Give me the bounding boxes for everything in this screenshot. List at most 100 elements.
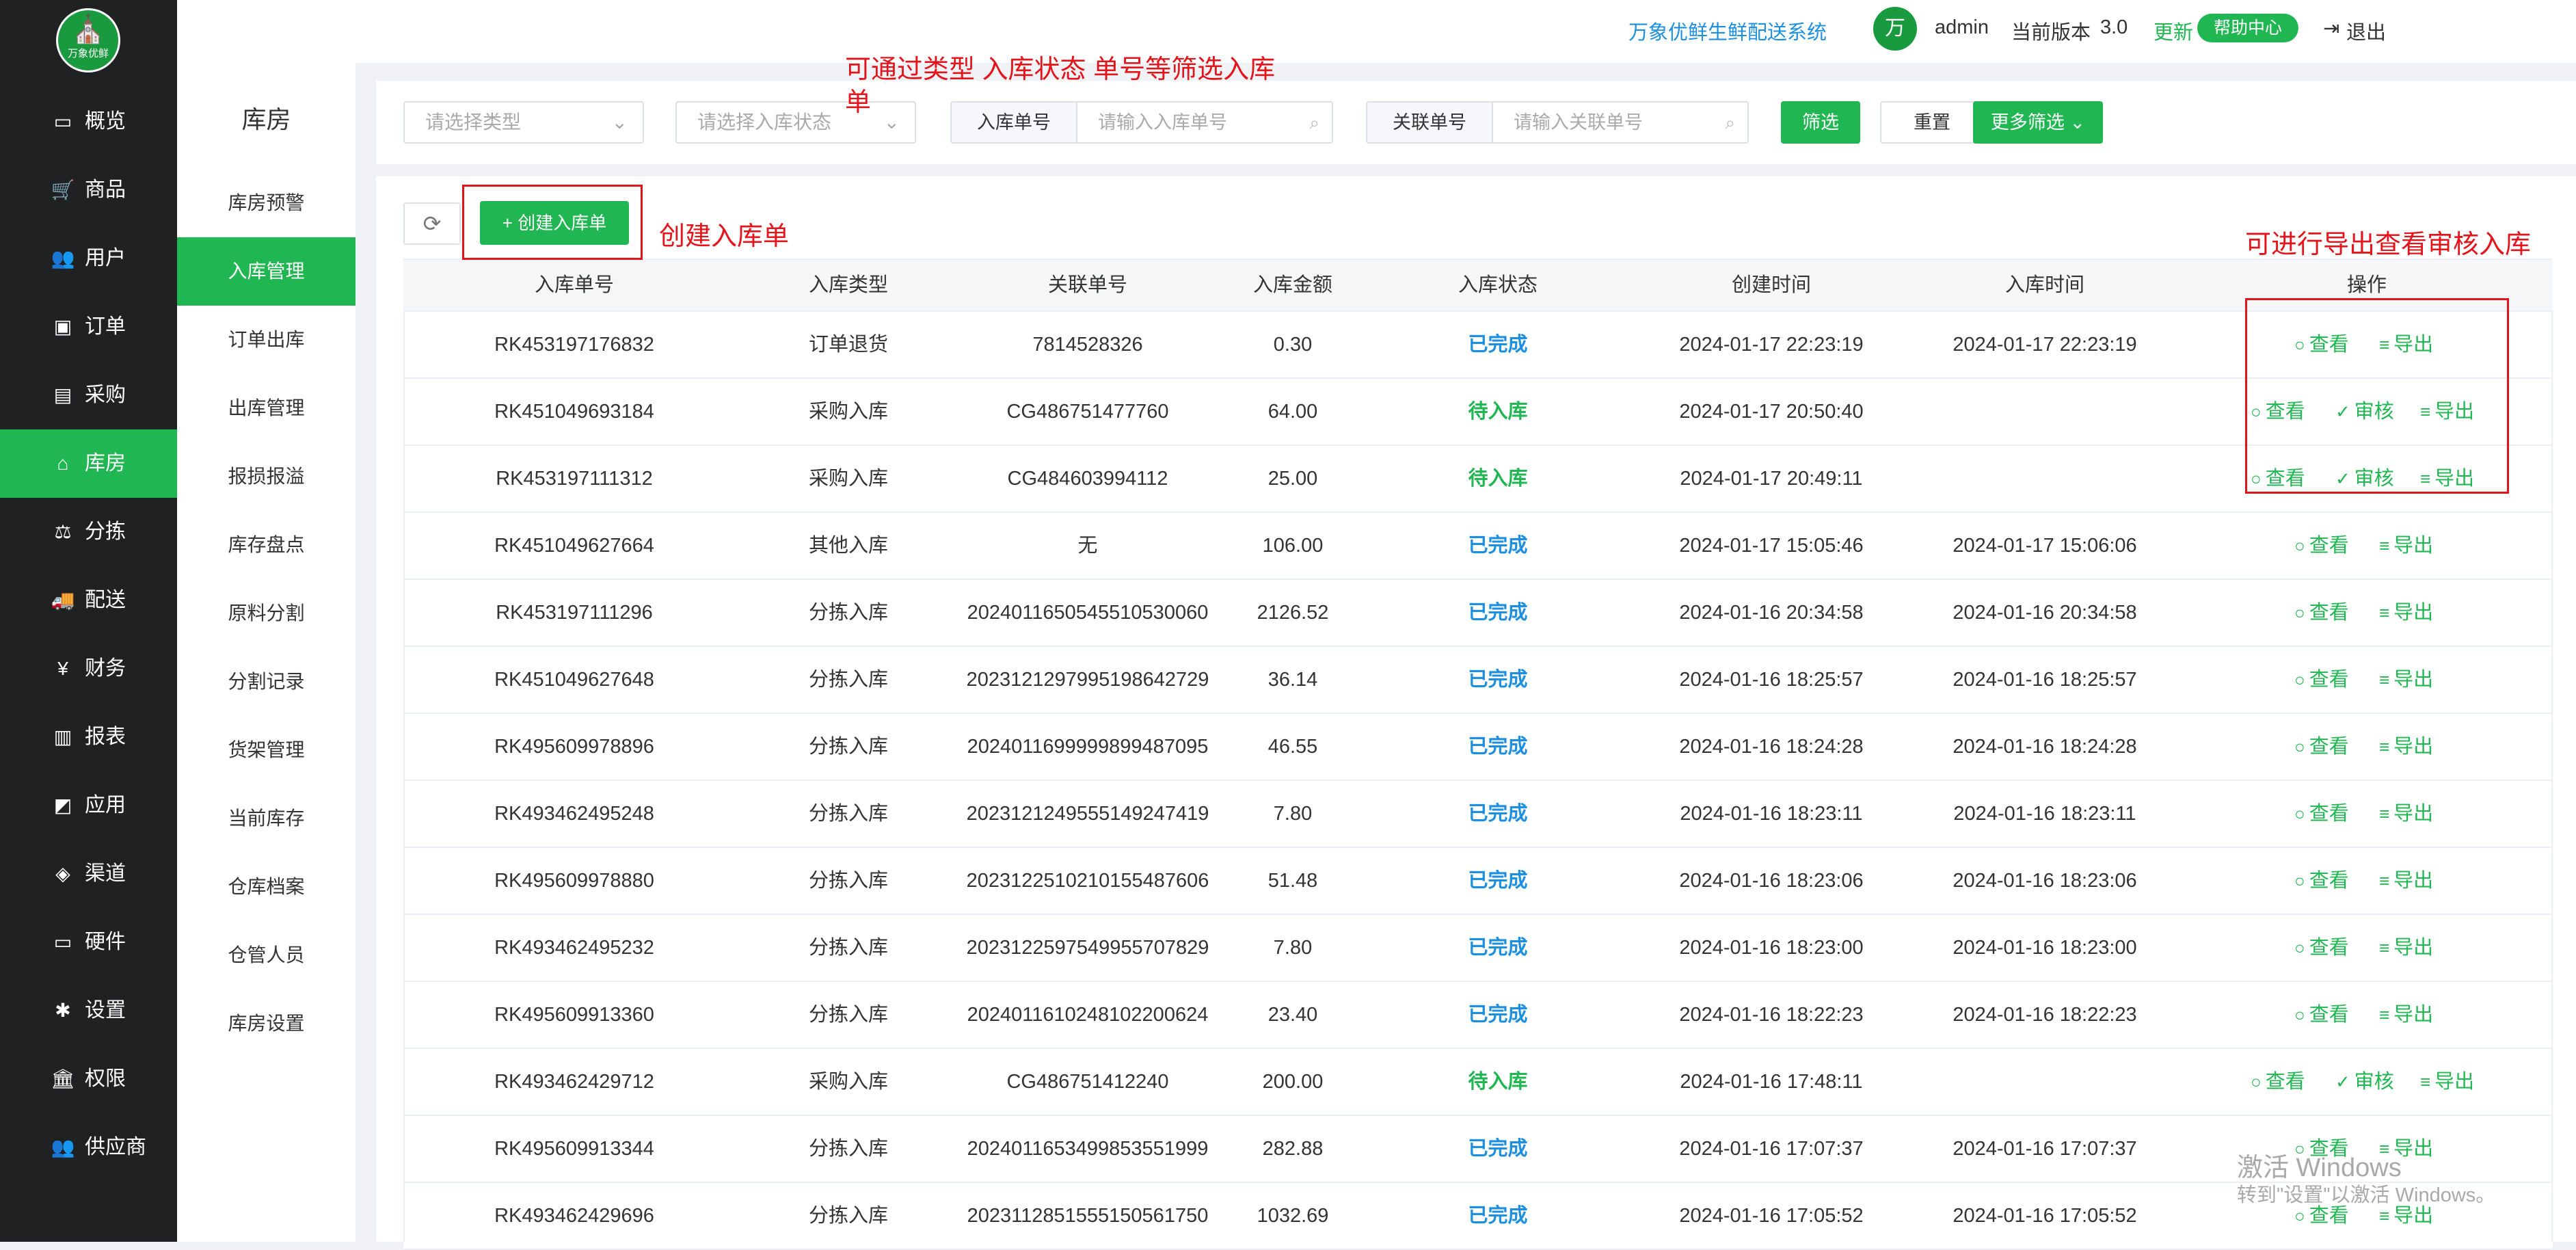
sub-nav-item-2[interactable]: 订单出库 [177,306,355,374]
sub-nav-item-11[interactable]: 仓管人员 [177,921,355,989]
cell-id: RK495609978896 [494,736,654,758]
cell-amount: 51.48 [1267,870,1318,892]
nav-item-1[interactable]: 🛒 商品 [0,156,177,224]
nav-label: 权限 [85,1067,126,1090]
export-action[interactable]: ≡ 导出 [2420,1049,2474,1115]
export-action[interactable]: ≡ 导出 [2379,714,2433,780]
update-link[interactable]: 更新 [2154,16,2193,45]
sub-nav-item-9[interactable]: 当前库存 [177,784,355,853]
sub-nav-item-5[interactable]: 库存盘点 [177,511,355,579]
nav-item-15[interactable]: 👥 供应商 [0,1113,177,1182]
cell-type: 其他入库 [808,535,889,557]
nav-label: 供应商 [85,1136,146,1158]
logout-icon[interactable]: ⇥ [2323,16,2339,40]
view-action[interactable]: ○ 查看 [2251,1049,2305,1115]
sub-nav-item-12[interactable]: 库房设置 [177,989,355,1058]
nav-item-4[interactable]: ▤ 采购 [0,361,177,429]
sub-nav-item-8[interactable]: 货架管理 [177,716,355,784]
view-action[interactable]: ○ 查看 [2294,848,2349,914]
table-row: RK453197176832 订单退货 7814528326 0.30 已完成 2024-… [403,312,2553,379]
table-row: RK495609913360 分拣入库 20240116102481022006​2… [403,982,2553,1049]
windows-watermark-title: 激活 Windows [2237,1154,2402,1182]
export-icon: ≡ [2379,736,2390,757]
help-center-button[interactable]: 帮助中心 [2197,14,2298,42]
nav-item-13[interactable]: ✱ 设置 [0,976,177,1045]
nav-item-11[interactable]: ◈ 渠道 [0,840,177,908]
filter-button[interactable]: 筛选 [1781,101,1860,144]
avatar[interactable]: 万 [1873,7,1917,51]
nav-item-0[interactable]: ▭ 概览 [0,88,177,156]
sub-sidebar: 库房 库房预警 入库管理 订单出库 出库管理 报损报溢 库存盘点 原料分割 分割记录 货架管理当… [177,63,355,1242]
related-no-input[interactable]: 请输入关联单号 ⌕ [1493,101,1749,144]
view-action[interactable]: ○ 查看 [2294,982,2349,1048]
refresh-icon: ⟳ [422,211,442,236]
cell-id: RK451049693184 [494,401,654,423]
cell-type: 分拣入库 [808,1205,889,1227]
audit-action[interactable]: ✓ 审核 [2335,1049,2394,1115]
nav-item-10[interactable]: ◩ 应用 [0,771,177,840]
nav-item-8[interactable]: ¥ 财务 [0,635,177,703]
cell-status: 已完成 [1468,803,1528,825]
logout-link[interactable]: 退出 [2346,16,2386,45]
export-icon: ≡ [2379,602,2390,623]
sub-nav-item-7[interactable]: 分割记录 [177,648,355,716]
cell-id: RK493462495232 [494,937,654,959]
nav-item-5[interactable]: ⌂ 库房 [0,429,177,498]
view-action[interactable]: ○ 查看 [2294,915,2349,981]
cell-id: RK453197176832 [494,334,654,356]
export-action[interactable]: ≡ 导出 [2379,647,2433,713]
export-action[interactable]: ≡ 导出 [2379,915,2433,981]
nav-item-14[interactable]: 🏛 权限 [0,1045,177,1113]
cell-type: 采购入库 [808,401,889,423]
cell-amount: 36.14 [1267,669,1318,691]
view-action[interactable]: ○ 查看 [2294,513,2349,579]
view-action[interactable]: ○ 查看 [2294,714,2349,780]
nav-item-2[interactable]: 👥 用户 [0,224,177,293]
sub-nav-item-4[interactable]: 报损报溢 [177,442,355,511]
view-label: 查看 [2309,870,2349,892]
export-action[interactable]: ≡ 导出 [2379,513,2433,579]
nav-item-6[interactable]: ⚖ 分拣 [0,498,177,566]
cell-amount: 2126.52 [1257,602,1329,624]
export-action[interactable]: ≡ 导出 [2379,580,2433,646]
view-label: 查看 [2309,803,2349,825]
table-row: RK493462495232 分拣入库 20231225975499557078​2… [403,915,2553,982]
logo-icon: ⛪ [71,14,105,44]
sub-nav-item-10[interactable]: 仓库档案 [177,853,355,921]
view-action[interactable]: ○ 查看 [2294,781,2349,847]
nav-item-12[interactable]: ▭ 硬件 [0,908,177,976]
username[interactable]: admin [1935,16,1989,39]
sub-nav-item-1[interactable]: 入库管理 [177,237,355,306]
related-no-label: 关联单号 [1366,101,1493,144]
column-header: 入库金额 [1252,274,1333,296]
view-action[interactable]: ○ 查看 [2294,647,2349,713]
more-filters-button[interactable]: 更多筛选 ⌄ [1973,101,2103,144]
view-label: 查看 [2309,937,2349,959]
cell-id: RK495609913344 [494,1138,654,1160]
export-icon: ≡ [2379,870,2390,891]
cell-created: 2024-01-16 18:22:23 [1679,1004,1864,1026]
cell-type: 分拣入库 [808,937,889,959]
view-icon: ○ [2294,803,2305,824]
refresh-button[interactable]: ⟳ [403,202,461,245]
nav-icon: ◩ [53,795,72,816]
type-select[interactable]: 请选择类型 ⌄ [403,101,644,144]
table-row: RK495609978880 分拣入库 20231225102101554876​0… [403,848,2553,915]
cell-related: 20231212979951986427​29 [966,669,1209,691]
nav-item-3[interactable]: ▣ 订单 [0,293,177,361]
sub-nav-item-0[interactable]: 库房预警 [177,169,355,237]
nav-icon: 👥 [51,248,75,269]
view-action[interactable]: ○ 查看 [2294,580,2349,646]
nav-label: 设置 [85,999,126,1022]
cell-id: RK495609978880 [494,870,654,892]
sub-nav-item-3[interactable]: 出库管理 [177,374,355,442]
export-action[interactable]: ≡ 导出 [2379,982,2433,1048]
brand-logo[interactable]: ⛪ 万象优鲜 [56,8,120,72]
export-action[interactable]: ≡ 导出 [2379,781,2433,847]
cell-status: 待入库 [1468,401,1528,423]
nav-item-7[interactable]: 🚚 配送 [0,566,177,635]
reset-button[interactable]: 重置 [1880,101,1984,144]
nav-item-9[interactable]: ▥ 报表 [0,703,177,771]
sub-nav-item-6[interactable]: 原料分割 [177,579,355,648]
export-action[interactable]: ≡ 导出 [2379,848,2433,914]
